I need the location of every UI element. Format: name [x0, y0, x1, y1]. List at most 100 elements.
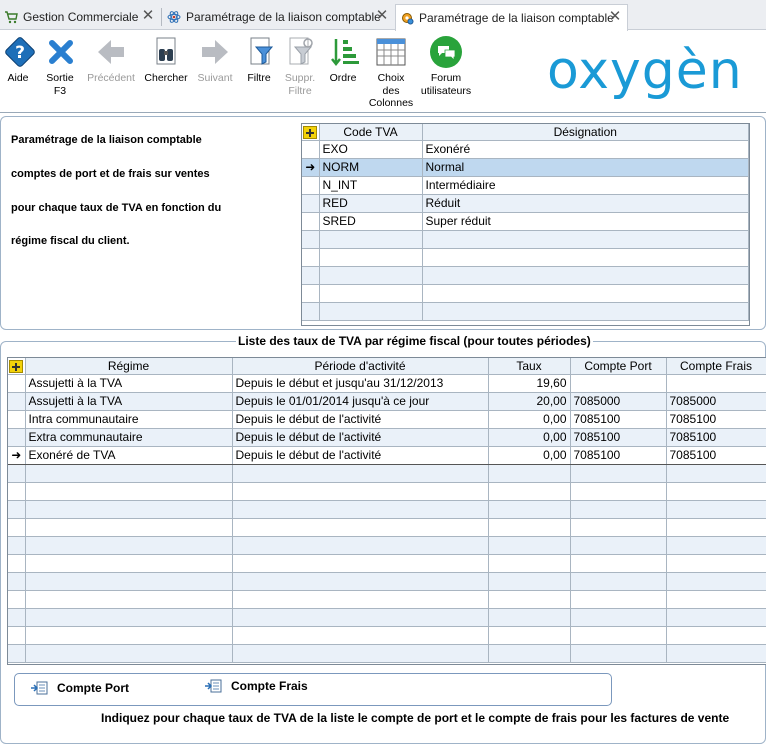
- cell-regime[interactable]: [25, 554, 233, 573]
- cell-periode[interactable]: [232, 644, 489, 663]
- cell-code[interactable]: N_INT: [319, 176, 423, 195]
- cell-periode[interactable]: [232, 518, 489, 537]
- cell-taux[interactable]: [488, 518, 571, 537]
- cell-compte-port[interactable]: [570, 554, 667, 573]
- cell-periode[interactable]: [232, 500, 489, 519]
- cell-code[interactable]: [319, 230, 423, 249]
- table-row[interactable]: [8, 608, 766, 627]
- cell-compte-port[interactable]: [570, 482, 667, 501]
- cell-periode[interactable]: [232, 572, 489, 591]
- cell-regime[interactable]: [25, 608, 233, 627]
- cell-periode[interactable]: [232, 482, 489, 501]
- cell-taux[interactable]: 0,00: [488, 410, 571, 429]
- table-row[interactable]: Assujetti à la TVA Depuis le 01/01/2014 j…: [8, 392, 766, 411]
- cell-regime[interactable]: [25, 500, 233, 519]
- cell-periode[interactable]: [232, 590, 489, 609]
- column-header-taux[interactable]: Taux: [488, 358, 571, 375]
- column-header-code-tva[interactable]: Code TVA: [319, 124, 423, 141]
- table-row[interactable]: [8, 572, 766, 591]
- cell-regime[interactable]: [25, 590, 233, 609]
- cell-regime[interactable]: Assujetti à la TVA: [25, 374, 233, 393]
- cell-taux[interactable]: [488, 608, 571, 627]
- column-header-compte-frais[interactable]: Compte Frais: [666, 358, 766, 375]
- column-header-compte-port[interactable]: Compte Port: [570, 358, 667, 375]
- close-icon[interactable]: ✕: [607, 9, 623, 25]
- cell-regime[interactable]: Exonéré de TVA: [25, 445, 233, 465]
- choix-colonnes-button[interactable]: Choix des Colonnes: [367, 35, 415, 110]
- cell-compte-port[interactable]: [570, 374, 667, 393]
- cell-compte-port[interactable]: 7085100: [570, 445, 667, 465]
- cell-taux[interactable]: [488, 590, 571, 609]
- cell-compte-frais[interactable]: [666, 554, 766, 573]
- cell-taux[interactable]: [488, 644, 571, 663]
- cell-taux[interactable]: 0,00: [488, 428, 571, 447]
- cell-compte-port[interactable]: [570, 644, 667, 663]
- cell-compte-frais[interactable]: [666, 572, 766, 591]
- cell-code[interactable]: [319, 284, 423, 303]
- table-row[interactable]: SRED Super réduit: [302, 212, 749, 231]
- cell-designation[interactable]: Réduit: [422, 194, 749, 213]
- tab-parametrage-1[interactable]: Paramétrage de la liaison comptable ✕: [163, 4, 394, 30]
- tab-parametrage-2[interactable]: Paramétrage de la liaison comptable ✕: [395, 4, 628, 31]
- cell-compte-port[interactable]: 7085100: [570, 410, 667, 429]
- cell-periode[interactable]: Depuis le 01/01/2014 jusqu'à ce jour: [232, 392, 489, 411]
- table-row[interactable]: [302, 302, 749, 321]
- cell-taux[interactable]: [488, 572, 571, 591]
- cell-taux[interactable]: 0,00: [488, 445, 571, 465]
- table-row[interactable]: [302, 230, 749, 249]
- sortie-button[interactable]: Sortie F3: [44, 35, 76, 97]
- filtre-button[interactable]: Filtre: [244, 35, 274, 85]
- forum-button[interactable]: Forum utilisateurs: [417, 35, 475, 97]
- cell-code[interactable]: NORM: [319, 158, 423, 177]
- table-row[interactable]: [8, 518, 766, 537]
- cell-designation[interactable]: Exonéré: [422, 140, 749, 159]
- column-header-designation[interactable]: Désignation: [422, 124, 749, 141]
- cell-compte-port[interactable]: 7085000: [570, 392, 667, 411]
- cell-taux[interactable]: [488, 536, 571, 555]
- chercher-button[interactable]: Chercher: [143, 35, 189, 85]
- cell-compte-frais[interactable]: 7085100: [666, 428, 766, 447]
- cell-regime[interactable]: [25, 482, 233, 501]
- cell-regime[interactable]: Assujetti à la TVA: [25, 392, 233, 411]
- regime-grid[interactable]: Régime Période d'activité Taux Compte Po…: [7, 357, 766, 665]
- cell-compte-frais[interactable]: [666, 482, 766, 501]
- cell-code[interactable]: SRED: [319, 212, 423, 231]
- close-icon[interactable]: ✕: [140, 8, 156, 24]
- cell-designation[interactable]: Normal: [422, 158, 749, 177]
- cell-regime[interactable]: [25, 464, 233, 483]
- cell-compte-frais[interactable]: [666, 590, 766, 609]
- cell-compte-frais[interactable]: 7085100: [666, 445, 766, 465]
- compte-frais-button[interactable]: Compte Frais: [204, 679, 308, 693]
- cell-designation[interactable]: [422, 284, 749, 303]
- cell-periode[interactable]: [232, 554, 489, 573]
- cell-taux[interactable]: [488, 482, 571, 501]
- cell-compte-frais[interactable]: [666, 374, 766, 393]
- cell-compte-port[interactable]: [570, 536, 667, 555]
- cell-compte-frais[interactable]: [666, 626, 766, 645]
- cell-taux[interactable]: [488, 500, 571, 519]
- cell-regime[interactable]: [25, 626, 233, 645]
- cell-compte-frais[interactable]: [666, 500, 766, 519]
- cell-regime[interactable]: [25, 572, 233, 591]
- table-row[interactable]: [8, 554, 766, 573]
- cell-compte-port[interactable]: [570, 590, 667, 609]
- cell-regime[interactable]: Intra communautaire: [25, 410, 233, 429]
- cell-code[interactable]: [319, 248, 423, 267]
- cell-periode[interactable]: [232, 608, 489, 627]
- cell-taux[interactable]: [488, 464, 571, 483]
- cell-taux[interactable]: [488, 554, 571, 573]
- cell-compte-frais[interactable]: 7085000: [666, 392, 766, 411]
- cell-periode[interactable]: [232, 536, 489, 555]
- cell-compte-port[interactable]: 7085100: [570, 428, 667, 447]
- cell-code[interactable]: RED: [319, 194, 423, 213]
- cell-regime[interactable]: [25, 644, 233, 663]
- table-row[interactable]: RED Réduit: [302, 194, 749, 213]
- suppr-filtre-button[interactable]: Suppr. Filtre: [283, 35, 317, 97]
- cell-compte-port[interactable]: [570, 518, 667, 537]
- column-header-regime[interactable]: Régime: [25, 358, 233, 375]
- suivant-button[interactable]: Suivant: [194, 35, 236, 85]
- table-row[interactable]: [8, 500, 766, 519]
- cell-periode[interactable]: [232, 626, 489, 645]
- column-header-periode[interactable]: Période d'activité: [232, 358, 489, 375]
- tva-grid[interactable]: Code TVA Désignation EXO Exonéré ➜ NORM Norm…: [301, 123, 750, 326]
